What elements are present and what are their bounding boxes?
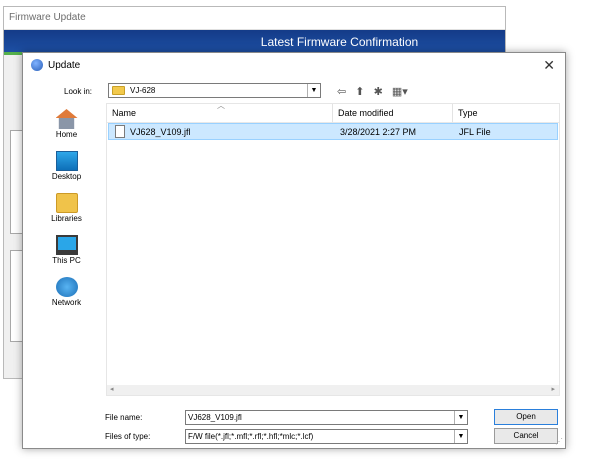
file-icon — [115, 125, 125, 138]
back-arrow-icon[interactable]: ⇦ — [337, 86, 346, 98]
place-libraries[interactable]: Libraries — [30, 193, 103, 223]
files-of-type-select[interactable]: F/W file(*.jfl;*.mfl;*.rfl;*.hfl;*mlc;*.… — [185, 429, 468, 444]
home-icon — [55, 109, 78, 129]
computer-icon — [55, 235, 78, 255]
resize-grip-icon[interactable]: ⋰ — [555, 437, 563, 446]
file-name-value: VJ628_V109.jfl — [188, 413, 242, 422]
files-of-type-label: Files of type: — [105, 432, 151, 441]
dialog-titlebar: Update ✕ — [23, 53, 565, 79]
column-label: Name — [112, 108, 137, 118]
place-home[interactable]: Home — [30, 109, 103, 139]
desktop-icon — [55, 151, 78, 171]
libraries-icon — [55, 193, 78, 213]
table-row[interactable]: VJ628_V109.jfl 3/28/2021 2:27 PM JFL Fil… — [108, 123, 558, 140]
background-window-title: Firmware Update — [4, 7, 505, 30]
app-icon — [31, 59, 43, 71]
file-name-input[interactable]: VJ628_V109.jfl ▼ — [185, 410, 468, 425]
files-of-type-value: F/W file(*.jfl;*.mfl;*.rfl;*.hfl;*mlc;*.… — [188, 432, 314, 441]
navigation-toolbar: ⇦ ⬆ ✱ ▦▾ — [337, 85, 414, 98]
place-label: Desktop — [51, 172, 82, 181]
file-name-label: File name: — [105, 413, 143, 422]
scroll-left-icon[interactable]: ◂ — [110, 385, 114, 393]
place-this-pc[interactable]: This PC — [30, 235, 103, 265]
place-label: This PC — [52, 256, 81, 265]
sort-up-icon: ︿ — [217, 101, 225, 110]
column-header-type[interactable]: Type — [453, 104, 559, 123]
file-name-cell: VJ628_V109.jfl — [130, 127, 191, 137]
look-in-label: Look in: — [64, 87, 93, 96]
place-label: Libraries — [51, 214, 82, 223]
view-menu-icon[interactable]: ▦▾ — [392, 86, 408, 98]
new-folder-icon[interactable]: ✱ — [374, 86, 383, 98]
look-in-value: VJ-628 — [130, 86, 156, 95]
places-bar: Home Desktop Libraries This PC Network — [30, 101, 103, 394]
file-date-cell: 3/28/2021 2:27 PM — [340, 127, 417, 137]
up-folder-icon[interactable]: ⬆ — [355, 86, 364, 98]
place-label: Home — [55, 130, 78, 139]
file-list[interactable]: Name ︿ Date modified Type VJ628_V109.jfl… — [106, 101, 560, 396]
column-header-name[interactable]: Name ︿ — [107, 101, 333, 123]
look-in-combobox[interactable]: VJ-628 ▼ — [108, 83, 321, 98]
chevron-down-icon[interactable]: ▼ — [454, 411, 467, 424]
update-dialog: Update ✕ Look in: VJ-628 ▼ ⇦ ⬆ ✱ ▦▾ Home… — [22, 52, 566, 449]
cancel-button[interactable]: Cancel — [494, 428, 558, 444]
folder-icon — [112, 86, 125, 95]
close-icon[interactable]: ✕ — [543, 57, 555, 74]
chevron-down-icon[interactable]: ▼ — [454, 430, 467, 443]
open-button[interactable]: Open — [494, 409, 558, 425]
place-desktop[interactable]: Desktop — [30, 151, 103, 181]
dialog-title: Update — [48, 60, 81, 71]
place-network[interactable]: Network — [30, 277, 103, 307]
place-label: Network — [51, 298, 82, 307]
scroll-right-icon[interactable]: ▸ — [551, 385, 555, 393]
horizontal-scrollbar[interactable]: ◂ ▸ — [107, 385, 559, 395]
network-icon — [55, 277, 78, 297]
column-header-date[interactable]: Date modified — [333, 104, 453, 123]
file-type-cell: JFL File — [459, 127, 491, 137]
chevron-down-icon[interactable]: ▼ — [307, 84, 320, 97]
